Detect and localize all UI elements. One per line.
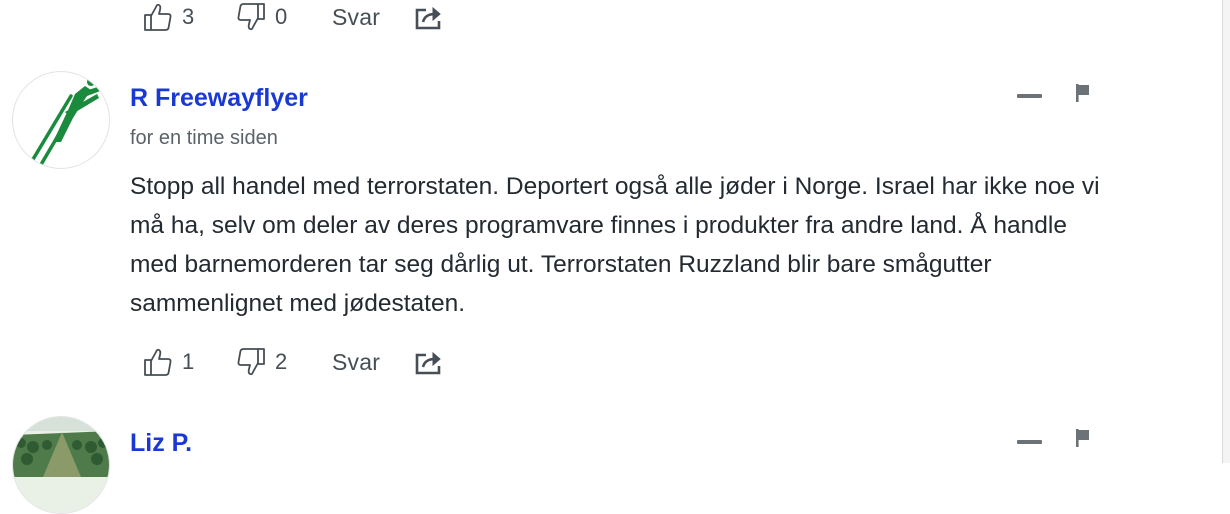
like-count: 1 <box>182 349 195 374</box>
scrollbar[interactable] <box>1222 0 1230 463</box>
avatar-photo <box>13 417 109 513</box>
reply-button[interactable]: Svar <box>332 349 415 376</box>
flag-icon <box>1076 429 1089 447</box>
comment-body: Stopp all handel med terrorstaten. Depor… <box>130 173 1100 317</box>
comment-timestamp: for en time siden <box>130 127 278 149</box>
avatar[interactable] <box>12 416 110 514</box>
like-count: 3 <box>182 4 195 29</box>
report-flag-button[interactable] <box>1073 83 1093 105</box>
like-button[interactable]: 3 <box>143 2 236 32</box>
thumbs-down-icon <box>237 348 265 376</box>
dislike-button[interactable]: 0 <box>236 2 332 32</box>
collapse-button[interactable] <box>1017 434 1043 450</box>
share-button[interactable] <box>415 349 445 375</box>
comment-actions-previous: 3 0 Svar <box>143 1 445 33</box>
share-button[interactable] <box>415 4 445 30</box>
share-icon <box>415 6 441 30</box>
flag-icon <box>1076 84 1089 102</box>
reply-button[interactable]: Svar <box>332 4 415 31</box>
report-flag-button[interactable] <box>1073 428 1093 450</box>
comment-actions: 1 2 Svar <box>143 346 445 378</box>
thumbs-up-icon <box>144 348 172 376</box>
like-button[interactable]: 1 <box>143 347 236 377</box>
comment-author[interactable]: Liz P. <box>130 429 192 458</box>
share-icon <box>415 351 441 375</box>
dislike-count: 0 <box>275 4 288 29</box>
dislike-button[interactable]: 2 <box>236 347 332 377</box>
thumbs-down-icon <box>237 3 265 31</box>
dislike-count: 2 <box>275 349 288 374</box>
ski-jumper-icon <box>27 78 103 168</box>
comment-author[interactable]: R Freewayflyer <box>130 84 308 113</box>
collapse-button[interactable] <box>1017 88 1043 104</box>
thumbs-up-icon <box>144 3 172 31</box>
avatar[interactable] <box>12 71 110 169</box>
